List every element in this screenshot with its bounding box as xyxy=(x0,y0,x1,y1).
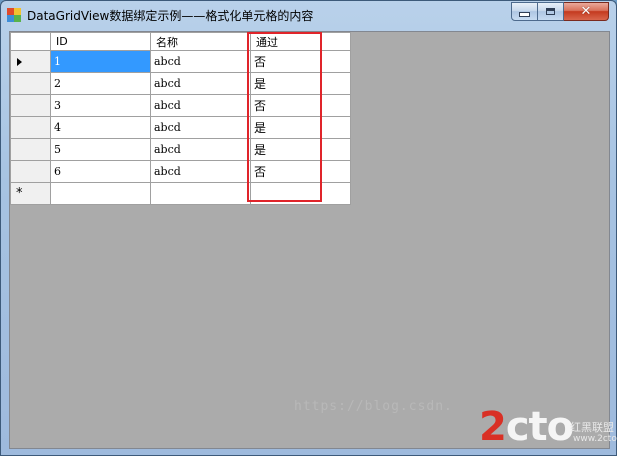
table-row[interactable]: 6 abcd 否 xyxy=(10,160,351,183)
cell-passed[interactable]: 是 xyxy=(250,72,351,95)
new-row-asterisk-icon: * xyxy=(16,186,23,201)
cell-passed[interactable]: 否 xyxy=(250,50,351,73)
app-window: DataGridView数据绑定示例——格式化单元格的内容 ✕ ID 名称 通过 xyxy=(0,0,617,456)
cell-name[interactable]: abcd xyxy=(150,116,251,139)
table-row[interactable]: 4 abcd 是 xyxy=(10,116,351,139)
watermark-logo: 2cto xyxy=(479,404,574,450)
row-header[interactable] xyxy=(10,116,51,139)
cell-name[interactable]: abcd xyxy=(150,94,251,117)
table-row[interactable]: 5 abcd 是 xyxy=(10,138,351,161)
window-title: DataGridView数据绑定示例——格式化单元格的内容 xyxy=(27,9,314,23)
cell-id[interactable]: 5 xyxy=(50,138,151,161)
cell-passed[interactable]: 是 xyxy=(250,138,351,161)
row-header[interactable] xyxy=(10,160,51,183)
row-header[interactable]: * xyxy=(10,182,51,205)
row-header[interactable] xyxy=(10,72,51,95)
watermark-site-domain: www.2cto.com xyxy=(573,434,617,444)
cell-id[interactable]: 6 xyxy=(50,160,151,183)
minimize-button[interactable] xyxy=(511,2,538,21)
column-header-name[interactable]: 名称 xyxy=(150,32,251,51)
app-icon[interactable] xyxy=(7,8,21,22)
row-header[interactable] xyxy=(10,138,51,161)
table-row[interactable]: 1 abcd 否 xyxy=(10,50,351,73)
watermark-url: https://blog.csdn. xyxy=(294,399,453,414)
watermark-site-name: 红黑联盟 xyxy=(570,421,614,434)
cell-name[interactable]: abcd xyxy=(150,160,251,183)
cell-passed[interactable] xyxy=(250,182,351,205)
cell-passed[interactable]: 是 xyxy=(250,116,351,139)
select-all-corner[interactable] xyxy=(10,32,51,51)
data-grid[interactable]: ID 名称 通过 1 abcd 否 2 abcd 是 3 abcd 否 4 ab… xyxy=(10,32,351,205)
column-header-passed[interactable]: 通过 xyxy=(250,32,351,51)
row-header[interactable] xyxy=(10,50,51,73)
table-row[interactable]: 3 abcd 否 xyxy=(10,94,351,117)
cell-id[interactable]: 4 xyxy=(50,116,151,139)
close-button[interactable]: ✕ xyxy=(564,2,609,21)
cell-passed[interactable]: 否 xyxy=(250,94,351,117)
cell-id[interactable]: 2 xyxy=(50,72,151,95)
cell-name[interactable]: abcd xyxy=(150,50,251,73)
maximize-icon xyxy=(546,8,555,15)
minimize-icon xyxy=(519,12,530,17)
row-header[interactable] xyxy=(10,94,51,117)
cell-id[interactable]: 3 xyxy=(50,94,151,117)
column-header-id[interactable]: ID xyxy=(50,32,151,51)
cell-name[interactable] xyxy=(150,182,251,205)
cell-name[interactable]: abcd xyxy=(150,138,251,161)
cell-id[interactable] xyxy=(50,182,151,205)
current-row-arrow-icon xyxy=(17,58,22,66)
cell-passed[interactable]: 否 xyxy=(250,160,351,183)
caption-buttons: ✕ xyxy=(511,2,609,21)
new-row[interactable]: * xyxy=(10,182,351,205)
grid-header-row: ID 名称 通过 xyxy=(10,32,351,51)
table-row[interactable]: 2 abcd 是 xyxy=(10,72,351,95)
title-bar[interactable]: DataGridView数据绑定示例——格式化单元格的内容 ✕ xyxy=(1,1,616,30)
maximize-button[interactable] xyxy=(538,2,564,21)
cell-id[interactable]: 1 xyxy=(50,50,151,73)
datagridview-area[interactable]: ID 名称 通过 1 abcd 否 2 abcd 是 3 abcd 否 4 ab… xyxy=(9,31,610,449)
cell-name[interactable]: abcd xyxy=(150,72,251,95)
close-icon: ✕ xyxy=(580,4,592,19)
